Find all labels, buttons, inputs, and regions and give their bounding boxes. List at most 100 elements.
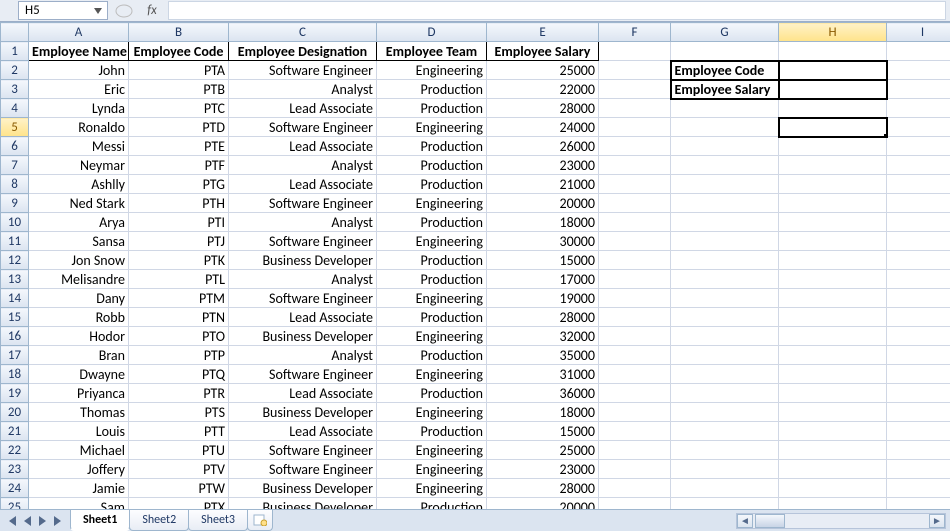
cell-D3[interactable]: Production: [377, 80, 487, 99]
cell-G13[interactable]: [671, 270, 779, 289]
col-header-G[interactable]: G: [671, 23, 779, 42]
cell-G24[interactable]: [671, 479, 779, 498]
cell-C13[interactable]: Analyst: [229, 270, 377, 289]
cell-I20[interactable]: [887, 403, 950, 422]
cell-F1[interactable]: [599, 42, 671, 61]
cell-G17[interactable]: [671, 346, 779, 365]
cell-H20[interactable]: [779, 403, 887, 422]
cell-C17[interactable]: Analyst: [229, 346, 377, 365]
row-header-5[interactable]: 5: [1, 118, 29, 137]
cell-E9[interactable]: 20000: [487, 194, 599, 213]
cell-G16[interactable]: [671, 327, 779, 346]
cell-A19[interactable]: Priyanca: [29, 384, 129, 403]
cell-C25[interactable]: Business Developer: [229, 498, 377, 510]
cell-F22[interactable]: [599, 441, 671, 460]
cell-D4[interactable]: Production: [377, 99, 487, 118]
cell-C23[interactable]: Software Engineer: [229, 460, 377, 479]
cell-B4[interactable]: PTC: [129, 99, 229, 118]
cell-I5[interactable]: [887, 118, 950, 137]
row-header-18[interactable]: 18: [1, 365, 29, 384]
cell-F18[interactable]: [599, 365, 671, 384]
tab-prev-icon[interactable]: [20, 514, 34, 528]
cell-F25[interactable]: [599, 498, 671, 510]
row-header-25[interactable]: 25: [1, 498, 29, 510]
cell-H15[interactable]: [779, 308, 887, 327]
cell-F11[interactable]: [599, 232, 671, 251]
cell-B22[interactable]: PTU: [129, 441, 229, 460]
cell-A12[interactable]: Jon Snow: [29, 251, 129, 270]
row-header-20[interactable]: 20: [1, 403, 29, 422]
cell-A1[interactable]: Employee Name: [29, 42, 129, 61]
cell-F19[interactable]: [599, 384, 671, 403]
cell-H10[interactable]: [779, 213, 887, 232]
cell-D7[interactable]: Production: [377, 156, 487, 175]
cell-G6[interactable]: [671, 137, 779, 156]
cell-D1[interactable]: Employee Team: [377, 42, 487, 61]
cell-B16[interactable]: PTO: [129, 327, 229, 346]
sheet-tab-sheet1[interactable]: Sheet1: [70, 510, 130, 531]
cell-H9[interactable]: [779, 194, 887, 213]
spreadsheet-grid[interactable]: ABCDEFGHIJ 1Employee NameEmployee CodeEm…: [0, 22, 950, 509]
cell-A10[interactable]: Arya: [29, 213, 129, 232]
cell-F6[interactable]: [599, 137, 671, 156]
cell-G10[interactable]: [671, 213, 779, 232]
cell-H2[interactable]: [779, 61, 887, 80]
cell-F7[interactable]: [599, 156, 671, 175]
cell-A3[interactable]: Eric: [29, 80, 129, 99]
row-header-9[interactable]: 9: [1, 194, 29, 213]
cell-F10[interactable]: [599, 213, 671, 232]
cell-C24[interactable]: Business Developer: [229, 479, 377, 498]
cell-C10[interactable]: Analyst: [229, 213, 377, 232]
row-header-8[interactable]: 8: [1, 175, 29, 194]
select-all-corner[interactable]: [1, 23, 29, 42]
cell-I19[interactable]: [887, 384, 950, 403]
scroll-thumb[interactable]: [755, 514, 785, 528]
cell-H11[interactable]: [779, 232, 887, 251]
cell-G5[interactable]: [671, 118, 779, 137]
row-header-23[interactable]: 23: [1, 460, 29, 479]
cell-B12[interactable]: PTK: [129, 251, 229, 270]
cell-D9[interactable]: Engineering: [377, 194, 487, 213]
col-header-C[interactable]: C: [229, 23, 377, 42]
row-header-24[interactable]: 24: [1, 479, 29, 498]
cell-D19[interactable]: Production: [377, 384, 487, 403]
cell-C20[interactable]: Business Developer: [229, 403, 377, 422]
cell-H8[interactable]: [779, 175, 887, 194]
cell-B13[interactable]: PTL: [129, 270, 229, 289]
cell-E14[interactable]: 19000: [487, 289, 599, 308]
cell-F14[interactable]: [599, 289, 671, 308]
new-sheet-button[interactable]: [247, 510, 273, 531]
cell-D17[interactable]: Production: [377, 346, 487, 365]
cell-A24[interactable]: Jamie: [29, 479, 129, 498]
cell-D16[interactable]: Engineering: [377, 327, 487, 346]
cell-B21[interactable]: PTT: [129, 422, 229, 441]
cell-C18[interactable]: Software Engineer: [229, 365, 377, 384]
cell-B8[interactable]: PTG: [129, 175, 229, 194]
col-header-H[interactable]: H: [779, 23, 887, 42]
cell-C6[interactable]: Lead Associate: [229, 137, 377, 156]
cell-G4[interactable]: [671, 99, 779, 118]
col-header-E[interactable]: E: [487, 23, 599, 42]
row-header-6[interactable]: 6: [1, 137, 29, 156]
cell-I9[interactable]: [887, 194, 950, 213]
cell-H23[interactable]: [779, 460, 887, 479]
cell-D20[interactable]: Engineering: [377, 403, 487, 422]
cell-B10[interactable]: PTI: [129, 213, 229, 232]
cell-A4[interactable]: Lynda: [29, 99, 129, 118]
name-box[interactable]: H5: [18, 1, 108, 20]
cell-I22[interactable]: [887, 441, 950, 460]
cell-B24[interactable]: PTW: [129, 479, 229, 498]
cell-H14[interactable]: [779, 289, 887, 308]
cell-E23[interactable]: 23000: [487, 460, 599, 479]
cell-A14[interactable]: Dany: [29, 289, 129, 308]
cell-H19[interactable]: [779, 384, 887, 403]
cell-E25[interactable]: 20000: [487, 498, 599, 510]
cell-H18[interactable]: [779, 365, 887, 384]
cell-C8[interactable]: Lead Associate: [229, 175, 377, 194]
cell-C19[interactable]: Lead Associate: [229, 384, 377, 403]
cell-E19[interactable]: 36000: [487, 384, 599, 403]
cell-G1[interactable]: [671, 42, 779, 61]
cell-D13[interactable]: Production: [377, 270, 487, 289]
cell-F4[interactable]: [599, 99, 671, 118]
cell-I21[interactable]: [887, 422, 950, 441]
